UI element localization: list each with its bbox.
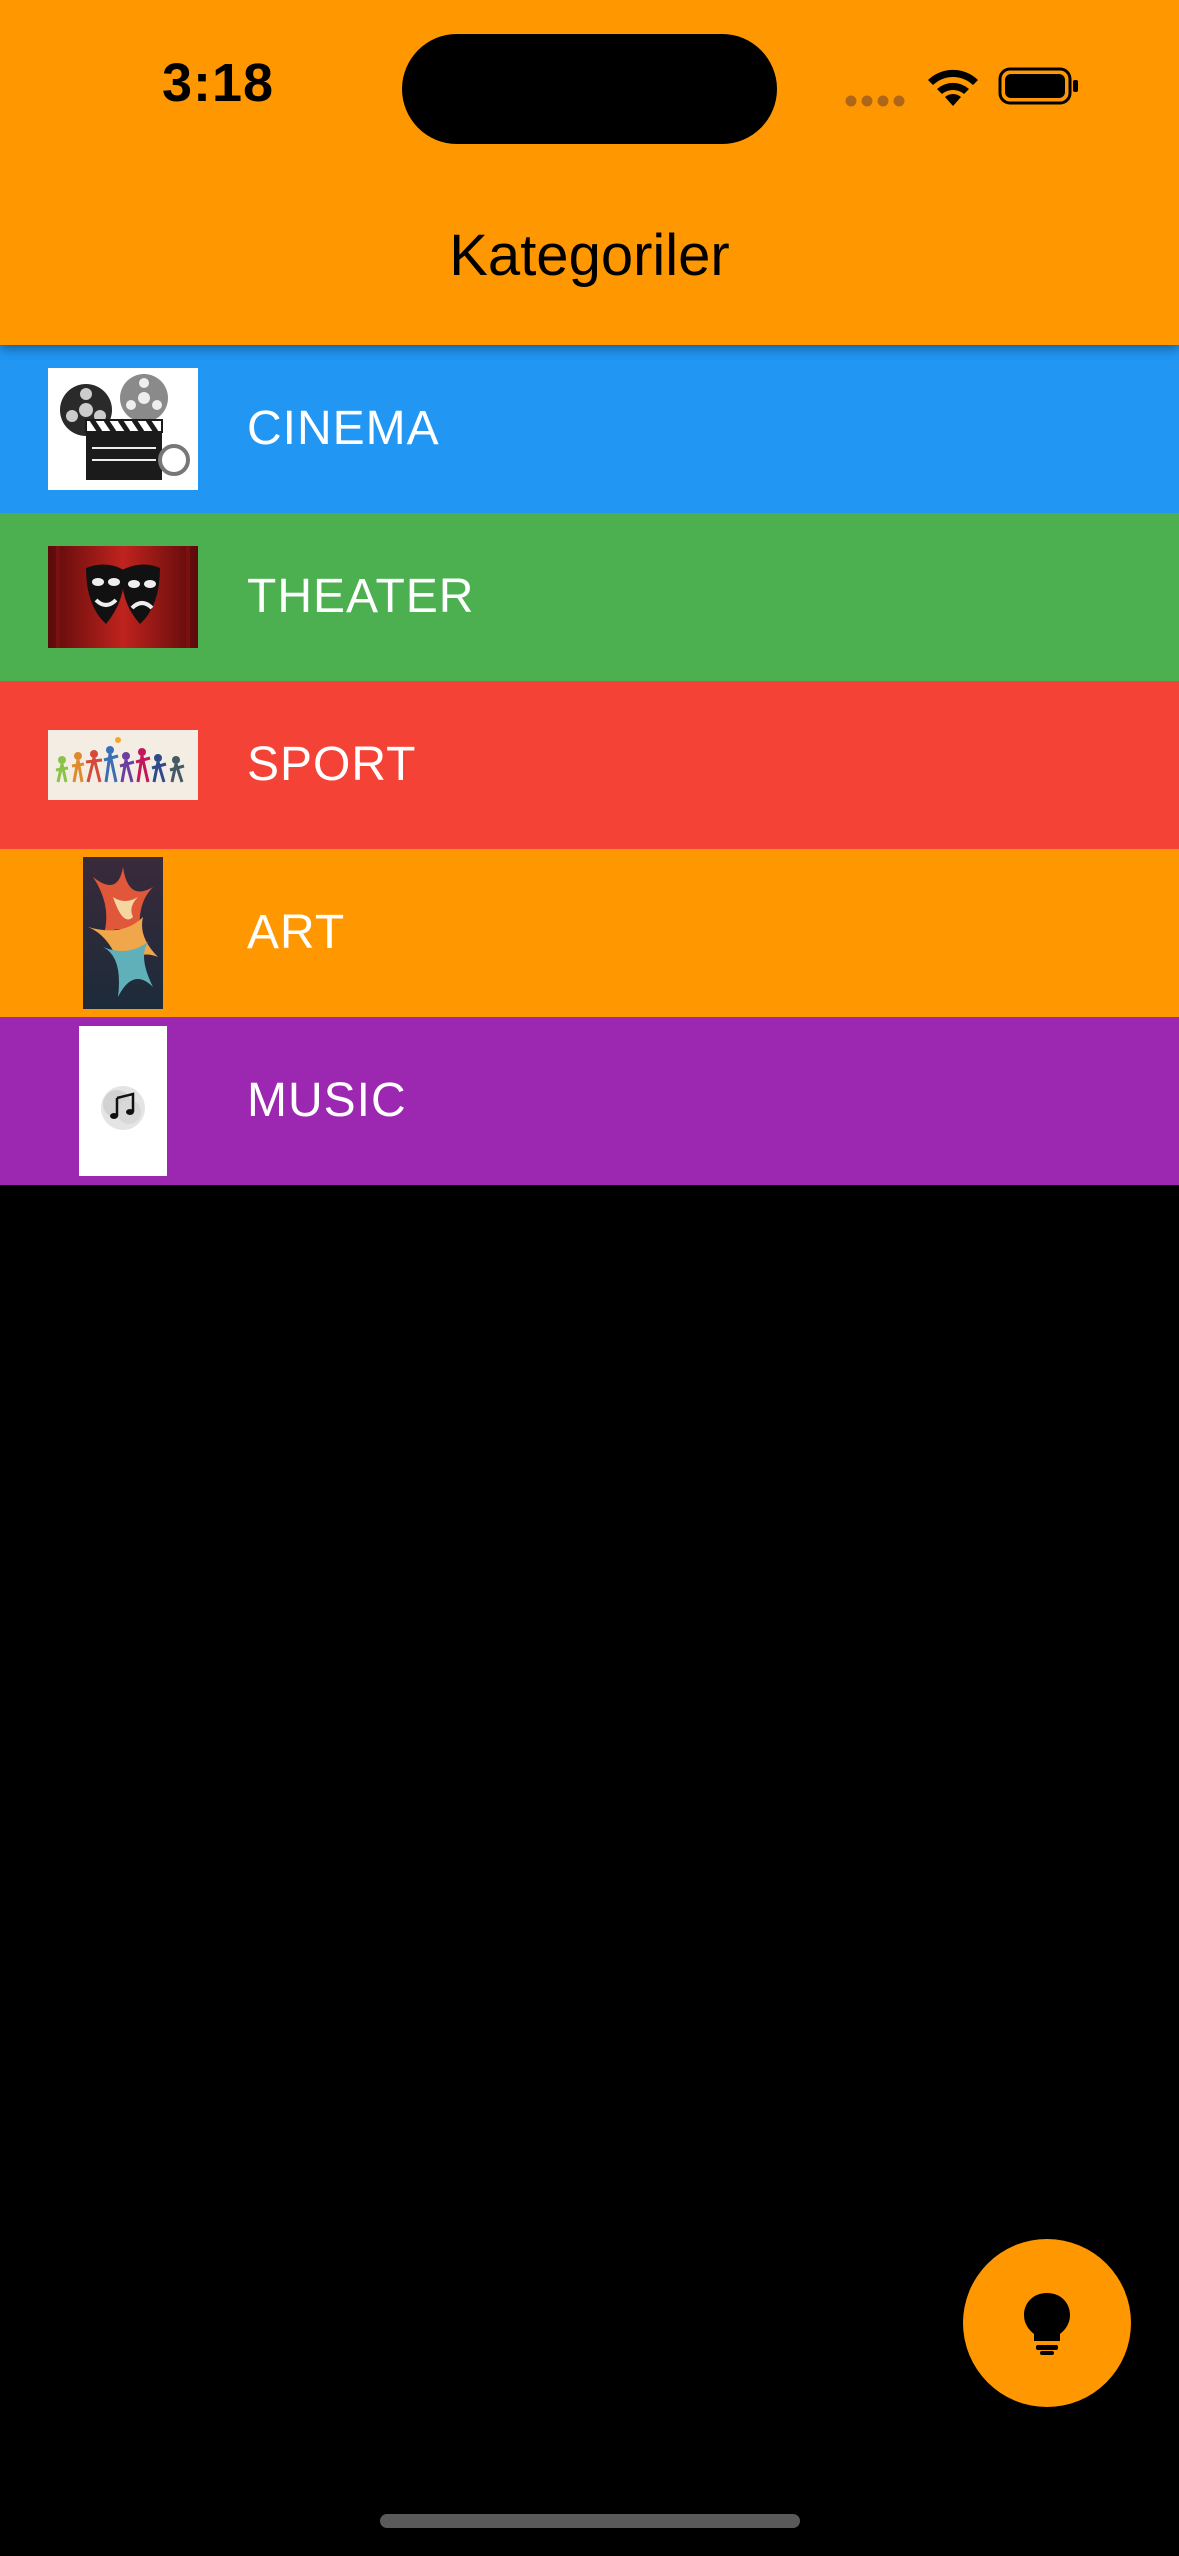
cellular-signal-icon <box>845 95 905 107</box>
wifi-icon <box>928 69 978 106</box>
abstract-paint-image <box>83 857 163 1009</box>
film-reel-clapperboard-image <box>48 368 198 490</box>
category-label: THEATER <box>247 570 475 623</box>
lightbulb-fab-button[interactable] <box>963 2239 1131 2407</box>
category-label: CINEMA <box>247 402 440 455</box>
cinema-thumbnail <box>48 345 198 513</box>
category-list: CINEMA THEATER SPORT ART MUSIC <box>0 345 1179 1185</box>
category-item-theater[interactable]: THEATER <box>0 513 1179 681</box>
theater-thumbnail <box>48 513 198 681</box>
dynamic-island <box>402 34 777 144</box>
category-item-music[interactable]: MUSIC <box>0 1017 1179 1185</box>
category-label: SPORT <box>247 738 417 791</box>
sport-thumbnail <box>48 681 198 849</box>
status-time: 3:18 <box>162 53 275 113</box>
app-bar: 3:18 Kategoriler <box>0 0 1179 345</box>
page-title: Kategoriler <box>449 223 730 288</box>
category-item-sport[interactable]: SPORT <box>0 681 1179 849</box>
screen: 3:18 Kategoriler CINEMA THEATER SPORT AR… <box>0 0 1179 2556</box>
music-thumbnail <box>48 1017 198 1185</box>
sport-silhouettes-image <box>48 730 198 800</box>
battery-icon <box>998 67 1078 105</box>
home-indicator[interactable] <box>380 2514 800 2528</box>
category-label: ART <box>247 906 346 959</box>
category-item-cinema[interactable]: CINEMA <box>0 345 1179 513</box>
music-note-image <box>79 1026 167 1176</box>
category-label: MUSIC <box>247 1074 407 1127</box>
theater-masks-image <box>48 546 198 648</box>
art-thumbnail <box>48 849 198 1017</box>
category-item-art[interactable]: ART <box>0 849 1179 1017</box>
lightbulb-icon <box>1024 2293 1070 2355</box>
